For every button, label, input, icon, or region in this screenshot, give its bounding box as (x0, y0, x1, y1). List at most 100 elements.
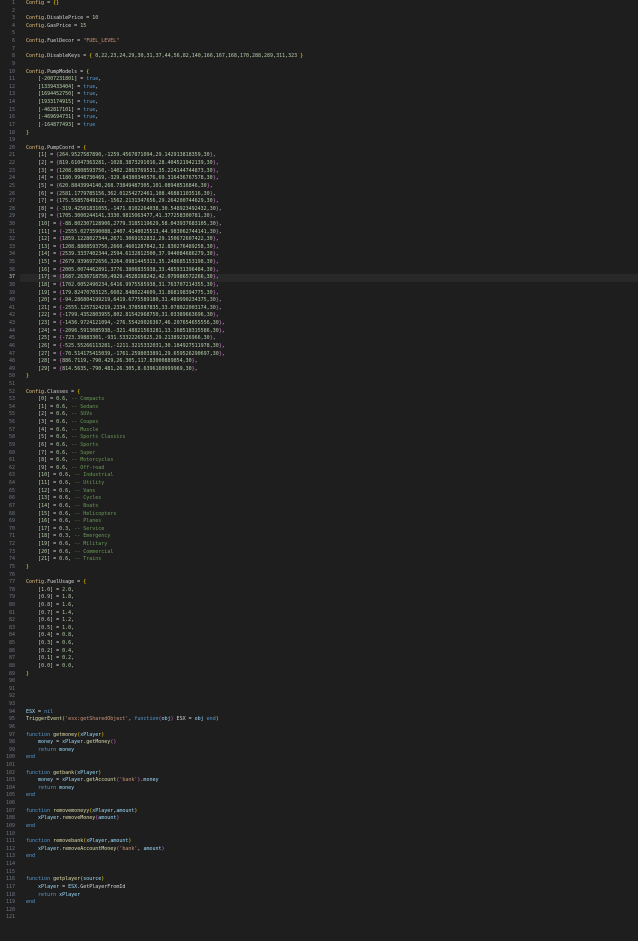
code-line[interactable]: function removebank(xPlayer,amount) (26, 838, 638, 846)
code-line[interactable]: Config.PumpModels = { (26, 69, 638, 77)
code-line[interactable]: [4] = {1180.9948730469,-329.84380340576,… (26, 175, 638, 183)
code-line[interactable]: Config.GasPrice = 15 (26, 23, 638, 31)
code-line[interactable]: [1.0] = 2.0, (26, 587, 638, 595)
code-line[interactable] (26, 701, 638, 709)
code-line[interactable]: xPlayer.removeAccountMoney('bank', amoun… (26, 846, 638, 854)
code-line[interactable]: money = xPlayer.getMoney() (26, 739, 638, 747)
code-line[interactable]: [2] = {819.61047363281,-1028.3873291016,… (26, 160, 638, 168)
code-line[interactable]: [-2007231801] = true, (26, 76, 638, 84)
code-line[interactable]: [20] = 0.6, -- Commercial (26, 549, 638, 557)
code-line[interactable]: ESX = nil (26, 709, 638, 717)
code-line[interactable]: [21] = 0.6, -- Trains (26, 556, 638, 564)
code-editor[interactable]: 1 2 3 4 5 6 7 8 9 10 11 12 13 14 15 16 17 18 19 20 21 22 23 24 2… (0, 0, 638, 941)
code-line[interactable]: [13] = {1208.8808593750,2660.4601287842,… (26, 244, 638, 252)
code-line[interactable]: Config.FuelDecor = "FUEL_LEVEL" (26, 38, 638, 46)
code-line[interactable]: [1] = {264.9527587890,-1259.4567871094,2… (26, 152, 638, 160)
code-line[interactable]: [-469694731] = true, (26, 114, 638, 122)
code-line[interactable]: [7] = 0.6, -- Super (26, 450, 638, 458)
code-line[interactable]: [22] = {-1799.4352803955,802.81542968750… (26, 312, 638, 320)
code-line[interactable]: [16] = 0.6, -- Planes (26, 518, 638, 526)
code-line[interactable]: [6] = {2581.1779785156,362.01254272461,1… (26, 191, 638, 199)
code-line[interactable] (26, 381, 638, 389)
code-line[interactable]: [0.1] = 0.2, (26, 655, 638, 663)
code-line[interactable]: [23] = {-1436.9724121094,-276.5542002636… (26, 320, 638, 328)
code-line[interactable]: return money (26, 747, 638, 755)
code-line[interactable]: TriggerEvent('esx:getSharedObject', func… (26, 716, 638, 724)
code-line[interactable]: end (26, 853, 638, 861)
code-line[interactable]: end (26, 823, 638, 831)
code-line[interactable]: [1694452750] = true, (26, 91, 638, 99)
code-line[interactable]: return money (26, 785, 638, 793)
code-line[interactable] (26, 572, 638, 580)
code-line[interactable] (26, 46, 638, 54)
code-line[interactable]: Config.Classes = { (26, 389, 638, 397)
code-line[interactable]: xPlayer = ESX.GetPlayerFromId (26, 884, 638, 892)
code-line[interactable] (26, 907, 638, 915)
code-line[interactable]: [12] = {1859.1228027344,2671.3069152832,… (26, 236, 638, 244)
code-line[interactable] (26, 678, 638, 686)
code-line[interactable] (26, 137, 638, 145)
code-line[interactable]: end (26, 754, 638, 762)
code-line[interactable]: [7] = {175.55857849121,-1562.2131347656,… (26, 198, 638, 206)
code-line[interactable]: [26] = {-525.55266113281,-1211.321533203… (26, 343, 638, 351)
code-line[interactable] (26, 861, 638, 869)
code-line[interactable]: [13] = 0.6, -- Cycles (26, 495, 638, 503)
code-line[interactable]: [11] = {-2555.0273590088,2407.4148025513… (26, 229, 638, 237)
code-line[interactable]: Config.FuelUsage = { (26, 579, 638, 587)
code-line[interactable]: xPlayer.removeMoney(amount) (26, 815, 638, 823)
code-line[interactable]: [0.3] = 0.6, (26, 640, 638, 648)
code-line[interactable]: [14] = 0.6, -- Boats (26, 503, 638, 511)
code-line[interactable]: [16] = {2005.0074462891,3776.3806835938,… (26, 267, 638, 275)
code-line[interactable]: Config = {} (26, 0, 638, 8)
code-line[interactable] (26, 30, 638, 38)
code-line[interactable]: [5] = {620.8843994140,268.73849487305,10… (26, 183, 638, 191)
code-line[interactable]: [0.8] = 1.6, (26, 602, 638, 610)
code-line[interactable] (26, 869, 638, 877)
code-line[interactable]: [25] = {-723.39883301,-931.53322265625,2… (26, 335, 638, 343)
code-line[interactable]: [19] = {179.82470703125,6602.8480224609,… (26, 290, 638, 298)
code-line[interactable]: } (26, 564, 638, 572)
code-line[interactable]: [0.4] = 0.8, (26, 632, 638, 640)
code-line[interactable]: [11] = 0.6, -- Utility (26, 480, 638, 488)
code-line[interactable]: [21] = {-2555.1257324219,2334.3785887835… (26, 305, 638, 313)
code-line[interactable]: } (26, 373, 638, 381)
code-line[interactable]: [6] = 0.6, -- Sports (26, 442, 638, 450)
code-line[interactable]: [2] = 0.6, -- SUVs (26, 411, 638, 419)
code-line[interactable]: [5] = 0.6, -- Sports Classics (26, 434, 638, 442)
code-line[interactable]: [29] = {814.5635,-790.481,26.305,8.63961… (26, 366, 638, 374)
code-line[interactable]: [9] = 0.6, -- Off-road (26, 465, 638, 473)
code-line[interactable]: [0.9] = 1.8, (26, 594, 638, 602)
code-line[interactable] (26, 686, 638, 694)
code-area[interactable]: Config = {} Config.DisablePrice = 10 Confi… (26, 0, 638, 941)
code-line[interactable]: [0.5] = 1.0, (26, 625, 638, 633)
code-line[interactable] (26, 693, 638, 701)
code-line[interactable] (26, 762, 638, 770)
code-line[interactable]: end (26, 899, 638, 907)
code-line[interactable]: [1] = 0.6, -- Sedans (26, 404, 638, 412)
code-line[interactable] (26, 61, 638, 69)
code-line[interactable]: [8] = 0.6, -- Motorcycles (26, 457, 638, 465)
code-line[interactable]: [20] = {-94.286804199219,6419.6775589180… (26, 297, 638, 305)
code-line[interactable] (26, 914, 638, 922)
code-line[interactable]: [19] = 0.6, -- Military (26, 541, 638, 549)
code-line[interactable]: function getbank(xPlayer) (26, 770, 638, 778)
code-line[interactable]: [18] = 0.3, -- Emergency (26, 533, 638, 541)
code-line[interactable] (26, 800, 638, 808)
code-line[interactable]: [3] = {1208.8808593750,-1402.2863769531,… (26, 168, 638, 176)
code-line[interactable] (26, 8, 638, 16)
code-line[interactable]: [10] = 0.6, -- Industrial (26, 472, 638, 480)
code-line[interactable]: [1339433404] = true, (26, 84, 638, 92)
code-line[interactable]: [0.7] = 1.4, (26, 610, 638, 618)
code-line[interactable]: [4] = 0.6, -- Muscle (26, 427, 638, 435)
code-line[interactable]: function getmoney(xPlayer) (26, 732, 638, 740)
code-line[interactable]: [27] = {-70.514175415039,-1761.259803389… (26, 351, 638, 359)
code-line[interactable]: [-164877493] = true (26, 122, 638, 130)
code-line[interactable]: money = xPlayer.getAccount('bank').money (26, 777, 638, 785)
code-line[interactable]: Config.DisablePrice = 10 (26, 15, 638, 23)
code-line[interactable]: [8] = {-319.42501831055,-1471.8102264038… (26, 206, 638, 214)
code-line[interactable]: return xPlayer (26, 892, 638, 900)
code-line[interactable] (26, 724, 638, 732)
code-line[interactable]: [17] = 0.3, -- Service (26, 526, 638, 534)
code-line[interactable]: [1933174915] = true, (26, 99, 638, 107)
code-line[interactable]: [24] = {-2096.5913085938,-321.4882156328… (26, 328, 638, 336)
